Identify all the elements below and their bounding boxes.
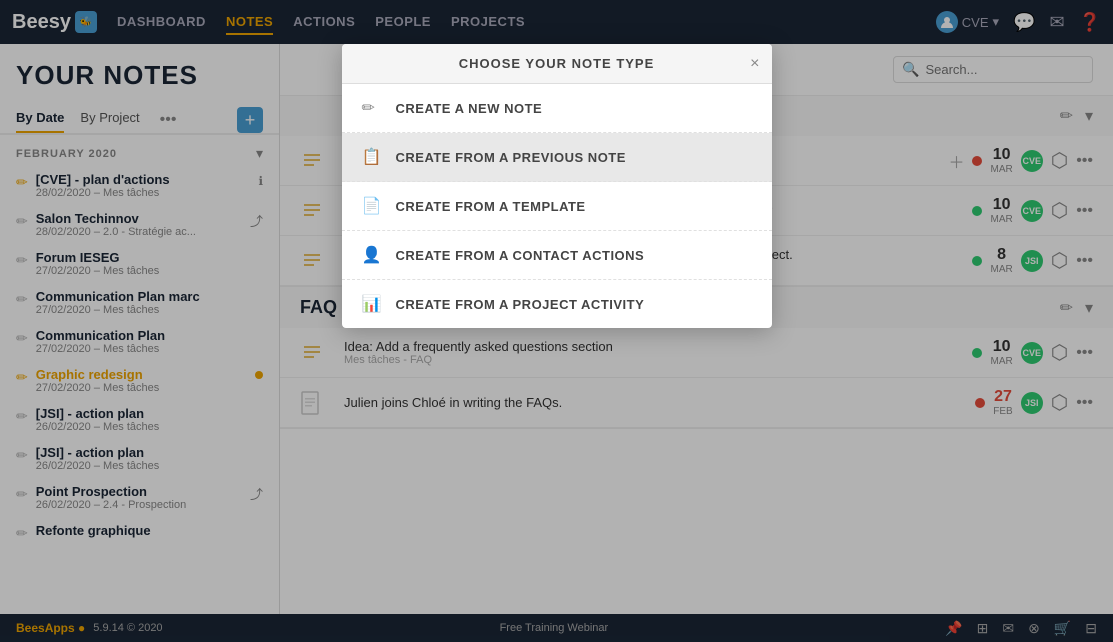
modal-header: CHOOSE YOUR NOTE TYPE ×: [342, 44, 772, 84]
chart-icon: 📊: [362, 294, 384, 314]
document-icon: 📄: [362, 196, 384, 216]
modal-title: CHOOSE YOUR NOTE TYPE: [459, 56, 655, 71]
modal-options: ✏ CREATE A NEW NOTE 📋 CREATE FROM A PREV…: [342, 84, 772, 328]
modal-overlay[interactable]: CHOOSE YOUR NOTE TYPE × ✏ CREATE A NEW N…: [0, 0, 1113, 642]
modal-option-new-note[interactable]: ✏ CREATE A NEW NOTE: [342, 84, 772, 133]
modal-option-label: CREATE A NEW NOTE: [396, 101, 543, 116]
modal-option-template[interactable]: 📄 CREATE FROM A TEMPLATE: [342, 182, 772, 231]
modal-option-label: CREATE FROM A TEMPLATE: [396, 199, 586, 214]
clipboard-icon: 📋: [362, 147, 384, 167]
note-type-modal: CHOOSE YOUR NOTE TYPE × ✏ CREATE A NEW N…: [342, 44, 772, 328]
modal-option-label: CREATE FROM A PROJECT ACTIVITY: [396, 297, 645, 312]
modal-option-previous-note[interactable]: 📋 CREATE FROM A PREVIOUS NOTE: [342, 133, 772, 182]
modal-option-label: CREATE FROM A PREVIOUS NOTE: [396, 150, 626, 165]
person-icon: 👤: [362, 245, 384, 265]
modal-option-label: CREATE FROM A CONTACT ACTIONS: [396, 248, 645, 263]
modal-option-project-activity[interactable]: 📊 CREATE FROM A PROJECT ACTIVITY: [342, 280, 772, 328]
pencil-icon: ✏: [362, 98, 384, 118]
modal-option-contact-actions[interactable]: 👤 CREATE FROM A CONTACT ACTIONS: [342, 231, 772, 280]
modal-close-button[interactable]: ×: [750, 55, 759, 73]
